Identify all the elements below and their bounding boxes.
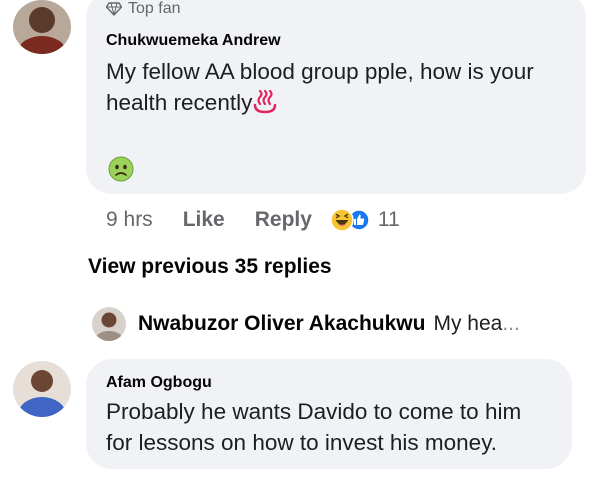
reaction-summary[interactable] <box>330 208 370 232</box>
reply-preview[interactable]: Nwabuzor Oliver Akachukwu My hea... <box>92 304 600 344</box>
view-previous-replies-link[interactable]: View previous 35 replies <box>88 255 332 279</box>
avatar-image <box>13 361 71 417</box>
haha-reaction-icon <box>330 208 354 232</box>
hot-springs-emoji <box>252 88 278 122</box>
reply-author[interactable]: Nwabuzor Oliver Akachukwu <box>138 312 425 336</box>
reply-preview-text: My hea <box>433 312 503 335</box>
reply-preview-ellipsis: ... <box>502 312 520 335</box>
comment-text: Probably he wants Davido to come to him … <box>106 396 566 458</box>
comment-timestamp[interactable]: 9 hrs <box>106 208 153 232</box>
avatar-afam[interactable] <box>13 361 71 417</box>
comment-author[interactable]: Afam Ogbogu <box>106 374 212 392</box>
top-fan-badge[interactable]: Top fan <box>106 0 180 18</box>
comment-text-line-1: Probably he wants Davido to come to him <box>106 399 522 424</box>
comment-text-line-1: My fellow AA blood group pple, how is yo… <box>106 59 534 84</box>
sick-face-emoji <box>108 156 134 182</box>
comment-bubble-2: Afam Ogbogu Probably he wants Davido to … <box>86 359 572 469</box>
avatar-nwabuzor[interactable] <box>92 307 126 341</box>
comment-text: My fellow AA blood group pple, how is yo… <box>106 56 576 122</box>
diamond-badge-icon <box>106 2 122 16</box>
reaction-count: 11 <box>377 208 400 231</box>
comment-actions: 9 hrs Like Reply 11 <box>106 203 400 237</box>
like-button[interactable]: Like <box>183 208 225 232</box>
avatar-image <box>13 0 71 54</box>
comment-thread: Top fan Chukwuemeka Andrew My fellow AA … <box>0 0 600 485</box>
comment-text-line-2: for lessons on how to invest his money. <box>106 430 498 455</box>
reply-button[interactable]: Reply <box>255 208 312 232</box>
comment-bubble-1: Top fan Chukwuemeka Andrew My fellow AA … <box>86 0 586 194</box>
comment-author[interactable]: Chukwuemeka Andrew <box>106 32 281 50</box>
avatar-image <box>92 307 126 341</box>
comment-text-line-2: health recently <box>106 87 576 122</box>
avatar-chukwuemeka[interactable] <box>13 0 71 54</box>
badge-label: Top fan <box>128 0 181 17</box>
comment-text-line-2-text: health recently <box>106 90 253 115</box>
